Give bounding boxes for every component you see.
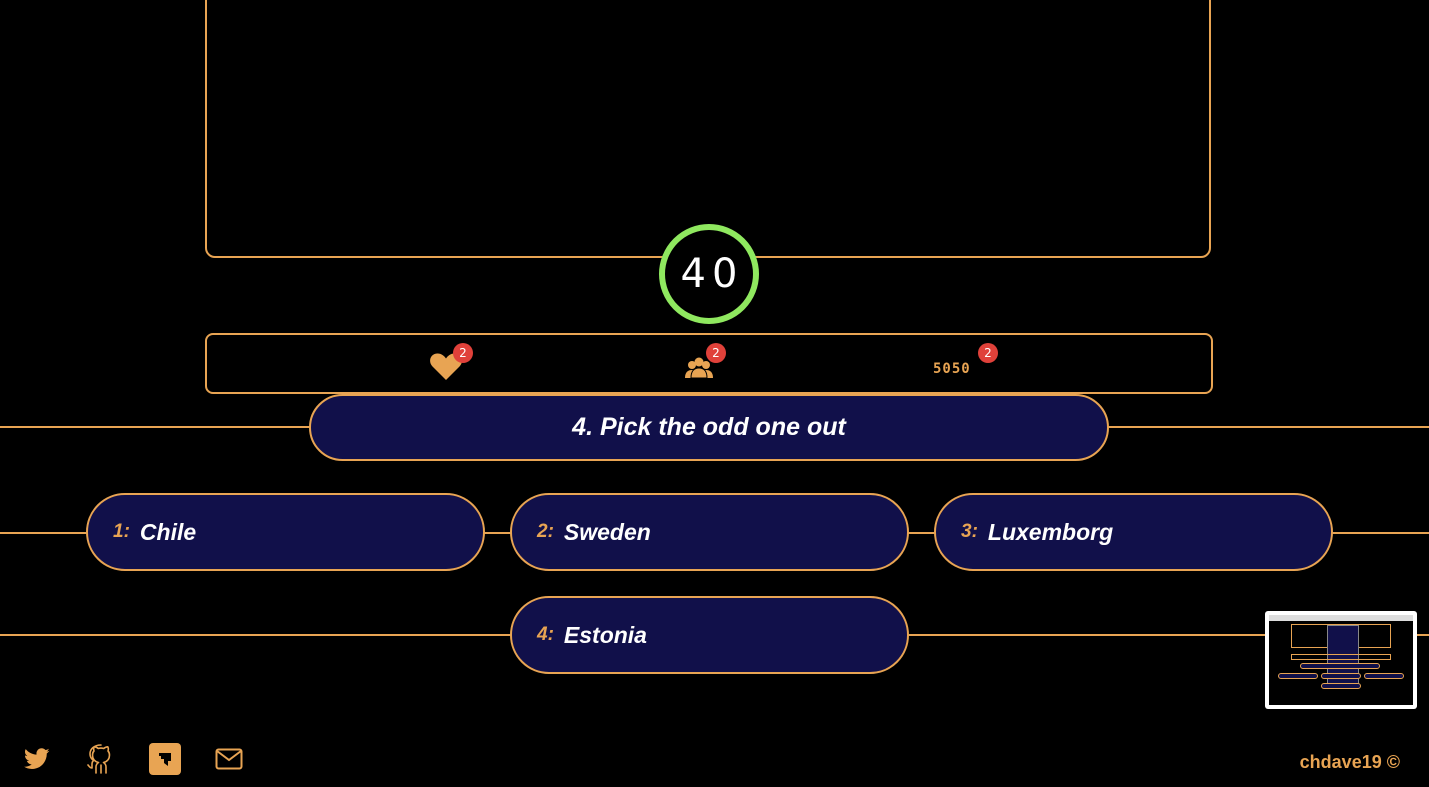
answer-text: Sweden <box>563 518 651 545</box>
question-text: 4. Pick the odd one out <box>572 413 846 441</box>
preview-image <box>1269 615 1413 705</box>
preview-answer <box>1321 673 1361 679</box>
fifty-fifty-count-badge: 2 <box>978 343 998 363</box>
answer-option-3[interactable]: 3: Luxemborg <box>934 493 1333 571</box>
lifelines-bar: 2 2 5050 2 <box>205 333 1213 394</box>
dev-link[interactable] <box>148 742 182 776</box>
answer-text: Chile <box>139 518 197 545</box>
lifeline-fifty-fifty-button[interactable]: 5050 2 <box>933 343 998 383</box>
lifeline-audience-button[interactable]: 2 <box>682 343 726 383</box>
github-link[interactable] <box>84 742 118 776</box>
preview-answer <box>1278 673 1318 679</box>
dev-icon <box>149 743 181 775</box>
answer-text: Luxemborg <box>987 518 1114 545</box>
answer-option-4[interactable]: 4: Estonia <box>510 596 909 674</box>
question-banner: 4. Pick the odd one out <box>309 394 1109 461</box>
answer-number: 4: <box>537 624 554 645</box>
heart-count-badge: 2 <box>453 343 473 363</box>
preview-answer <box>1321 683 1361 689</box>
twitter-link[interactable] <box>20 742 54 776</box>
game-screen: 40 2 2 5050 2 4. Pick the odd one out 1:… <box>0 0 1429 787</box>
answer-number: 2: <box>537 521 554 542</box>
twitter-icon <box>24 748 50 769</box>
countdown-timer: 40 <box>659 224 759 324</box>
fifty-fifty-icon: 5050 <box>933 361 971 377</box>
preview-answer <box>1364 673 1404 679</box>
screen-preview-thumbnail[interactable] <box>1265 611 1417 709</box>
preview-lifelines <box>1291 654 1391 660</box>
answer-number: 1: <box>113 521 130 542</box>
preview-question <box>1300 663 1380 669</box>
mail-icon <box>215 748 243 770</box>
answer-number: 3: <box>961 521 978 542</box>
preview-toolbar <box>1269 615 1413 621</box>
answer-option-1[interactable]: 1: Chile <box>86 493 485 571</box>
lifeline-heart-button[interactable]: 2 <box>429 343 473 383</box>
mail-link[interactable] <box>212 742 246 776</box>
author-credit: chdave19 © <box>1299 752 1400 772</box>
timer-value: 40 <box>680 251 744 297</box>
github-icon <box>87 744 111 774</box>
answer-option-2[interactable]: 2: Sweden <box>510 493 909 571</box>
answer-text: Estonia <box>563 621 647 648</box>
question-display-frame <box>205 0 1211 258</box>
audience-count-badge: 2 <box>706 343 726 363</box>
